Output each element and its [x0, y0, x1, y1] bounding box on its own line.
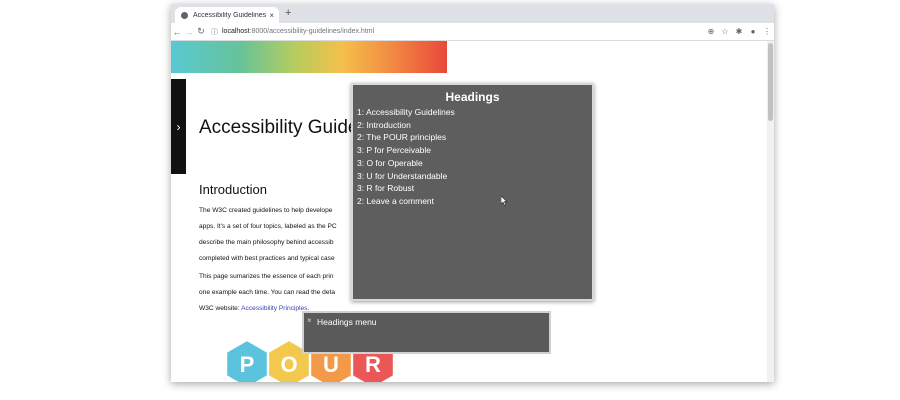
heading-item[interactable]: 2: The POUR principles — [357, 131, 592, 144]
globe-icon — [181, 11, 188, 19]
url-host: localhost — [222, 28, 250, 35]
logo-letter: R — [365, 352, 381, 377]
tab-title: Accessibility Guidelines — [193, 11, 267, 19]
logo-letter: O — [280, 352, 297, 377]
heading-item[interactable]: 2: Leave a comment — [357, 195, 592, 208]
kebab-menu-icon[interactable]: ⋮ — [760, 27, 774, 36]
paragraph-line: apps. It's a set of four topics, labeled… — [199, 223, 337, 230]
tab-accessibility-guidelines[interactable]: Accessibility Guidelines × — [175, 7, 279, 23]
heading-item[interactable]: 1: Accessibility Guidelines — [357, 106, 592, 119]
reload-icon[interactable]: ↻ — [195, 26, 207, 37]
sidebar-toggle-button[interactable]: › — [171, 79, 186, 174]
page-title: Accessibility Guide — [199, 117, 359, 138]
mouse-cursor-icon — [501, 196, 508, 206]
tab-strip: Accessibility Guidelines × + — [171, 4, 774, 23]
chevron-right-icon: › — [176, 119, 181, 134]
address-bar[interactable]: ⓘ localhost:8000/accessibility-guideline… — [211, 25, 704, 38]
paragraph-line: The W3C created guidelines to help devel… — [199, 207, 333, 214]
section-heading-introduction: Introduction — [199, 182, 267, 197]
info-icon[interactable]: ⓘ — [211, 27, 218, 37]
zoom-icon[interactable]: ⊕ — [704, 27, 718, 36]
gradient-banner — [171, 41, 447, 73]
accessibility-principles-link[interactable]: Accessibility Principles — [241, 305, 307, 312]
paragraph-line: completed with best practices and typica… — [199, 255, 335, 262]
headings-panel: Headings 1: Accessibility Guidelines 2: … — [351, 83, 594, 301]
paragraph-line: This page sumarizes the essence of each … — [199, 273, 334, 280]
profile-icon[interactable]: ● — [746, 27, 760, 36]
close-icon[interactable]: × — [269, 11, 274, 20]
vertical-scrollbar[interactable] — [767, 41, 774, 382]
back-icon[interactable]: ← — [171, 27, 183, 37]
forward-icon[interactable]: → — [183, 27, 195, 37]
paragraph-line: one example each time. You can read the … — [199, 289, 336, 296]
paragraph-line: W3C website: — [199, 305, 242, 312]
headings-menu[interactable]: × Headings menu — [302, 311, 551, 354]
extensions-icon[interactable]: ✱ — [732, 27, 746, 36]
heading-item[interactable]: 3: U for Understandable — [357, 170, 592, 183]
headings-panel-title: Headings — [445, 90, 500, 104]
star-icon[interactable]: ☆ — [718, 27, 732, 36]
url-path: :8000/accessibility-guidelines/index.htm… — [249, 28, 375, 35]
headings-menu-label: Headings menu — [317, 317, 377, 327]
scrollbar-thumb[interactable] — [768, 43, 773, 121]
logo-letter: P — [240, 352, 255, 377]
heading-item[interactable]: 3: R for Robust — [357, 182, 592, 195]
heading-item[interactable]: 3: O for Operable — [357, 157, 592, 170]
logo-letter: U — [323, 352, 339, 377]
close-icon[interactable]: × — [307, 316, 312, 325]
heading-item[interactable]: 3: P for Perceivable — [357, 144, 592, 157]
paragraph-line: describe the main philosophy behind acce… — [199, 239, 334, 246]
browser-toolbar: ← → ↻ ⓘ localhost:8000/accessibility-gui… — [171, 23, 774, 41]
new-tab-icon[interactable]: + — [285, 7, 291, 19]
heading-item[interactable]: 2: Introduction — [357, 119, 592, 132]
headings-list: 1: Accessibility Guidelines 2: Introduct… — [353, 106, 592, 208]
